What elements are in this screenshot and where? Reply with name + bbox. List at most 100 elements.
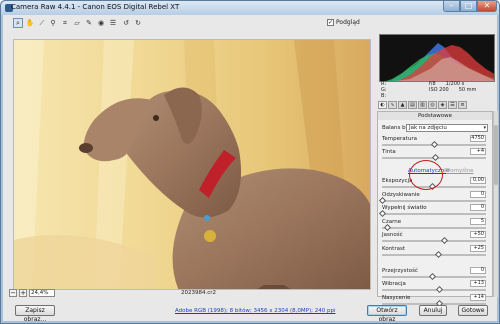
histogram: [379, 34, 495, 82]
hand-icon[interactable]: ✋: [25, 18, 35, 28]
clarity-slider-thumb[interactable]: [428, 272, 437, 281]
focal-length: 50 mm: [458, 86, 477, 93]
contrast-value-field[interactable]: +25: [470, 245, 486, 252]
recovery-label: Odzyskiwanie: [382, 192, 420, 198]
highlight-circle: [409, 160, 443, 190]
brightness-label: Jasność: [382, 232, 403, 238]
recovery-value-field[interactable]: 0: [470, 191, 486, 198]
chevron-down-icon: ▾: [483, 125, 486, 131]
white-balance-select[interactable]: Jak na zdjęciu ▾: [406, 124, 488, 132]
vibrance-label: Wibracja: [382, 281, 406, 287]
histogram-graph: [386, 43, 494, 81]
saturation-value-field[interactable]: +14: [470, 294, 486, 301]
temperature-slider-row: Temperatura 4750: [382, 135, 490, 149]
contrast-slider-thumb[interactable]: [434, 250, 443, 259]
recovery-slider-track[interactable]: [382, 200, 486, 202]
red-eye-icon[interactable]: ◉: [96, 18, 106, 28]
tab-lens[interactable]: ◎: [428, 101, 437, 109]
tint-value-field[interactable]: +4: [470, 148, 486, 155]
crop-icon[interactable]: ⌗: [60, 18, 70, 28]
panel-scrollbar[interactable]: [493, 111, 498, 297]
default-link[interactable]: Domyślne: [446, 168, 473, 174]
zoom-out-button[interactable]: −: [9, 289, 17, 297]
open-image-button[interactable]: Otwórz obraz: [367, 305, 407, 323]
blacks-slider-track[interactable]: [382, 227, 486, 229]
fill-light-slider-track[interactable]: [382, 213, 486, 215]
preferences-icon[interactable]: ☰: [108, 18, 118, 28]
tab-tone-curve[interactable]: ∿: [388, 101, 397, 109]
tab-presets[interactable]: ☰: [448, 101, 457, 109]
vibrance-value-field[interactable]: +13: [470, 280, 486, 287]
exposure-value-field[interactable]: 0,00: [470, 177, 486, 184]
camera-raw-window: Camera Raw 4.4.1 - Canon EOS Digital Reb…: [0, 0, 500, 324]
blacks-label: Czarne: [382, 219, 402, 225]
preview-checkbox[interactable]: ✓: [327, 19, 334, 26]
scrollbar-thumb[interactable]: [494, 125, 498, 185]
minimize-button[interactable]: –: [443, 1, 460, 12]
zoom-in-button[interactable]: +: [19, 289, 27, 297]
title-bar[interactable]: Camera Raw 4.4.1 - Canon EOS Digital Reb…: [1, 1, 499, 15]
toolbar: ⌕ ✋ ⟋ ⚲ ⌗ ▱ ✎ ◉ ☰ ↺ ↻ ✓ Podgląd: [3, 15, 371, 31]
temperature-label: Temperatura: [382, 136, 417, 142]
contrast-slider-row: Kontrast +25: [382, 245, 490, 259]
fill-light-label: Wypełnij światło: [382, 205, 427, 211]
workflow-options-link[interactable]: Adobe RGB (1998); 8 bitów; 3456 x 2304 (…: [175, 308, 335, 314]
cancel-button[interactable]: Anuluj: [419, 305, 447, 316]
tab-camera-calibration[interactable]: ◈: [438, 101, 447, 109]
brightness-slider-row: Jasność +50: [382, 231, 490, 245]
blacks-value-field[interactable]: 5: [470, 218, 486, 225]
white-balance-row: Balans bieli: Jak na zdjęciu ▾: [382, 124, 490, 133]
readout-b: B:: [381, 92, 387, 99]
exif-info: f/8 1/200 s ISO 200 50 mm: [429, 81, 486, 94]
preview-toggle[interactable]: ✓ Podgląd: [327, 19, 360, 26]
clarity-label: Przejrzystość: [382, 268, 418, 274]
temperature-value-field[interactable]: 4750: [470, 135, 486, 142]
clarity-slider-row: Przejrzystość 0: [382, 267, 490, 281]
rotate-right-icon[interactable]: ↻: [133, 18, 143, 28]
close-button[interactable]: ✕: [477, 1, 497, 12]
retouch-icon[interactable]: ✎: [84, 18, 94, 28]
rgb-values: R: G: B:: [381, 81, 387, 99]
brightness-value-field[interactable]: +50: [470, 231, 486, 238]
zoom-level-select[interactable]: 24,4%: [29, 289, 55, 297]
maximize-button[interactable]: □: [460, 1, 477, 12]
brightness-slider-thumb[interactable]: [440, 236, 449, 245]
recovery-slider-thumb[interactable]: [378, 196, 387, 205]
tint-slider-thumb[interactable]: [431, 153, 440, 162]
straighten-icon[interactable]: ▱: [72, 18, 82, 28]
vibrance-slider-thumb[interactable]: [435, 285, 444, 294]
tab-detail[interactable]: ▲: [398, 101, 407, 109]
vibrance-slider-track[interactable]: [382, 289, 486, 291]
dog-photo: [14, 40, 370, 289]
panel-title: Podstawowe: [378, 112, 492, 120]
save-image-button[interactable]: Zapisz obraz...: [15, 305, 55, 323]
panel-tabs: ◐ ∿ ▲ ▤ ▥ ◎ ◈ ☰ ≡: [378, 101, 496, 111]
brightness-slider-track[interactable]: [382, 240, 486, 242]
pixel-readout: R: G: B: f/8 1/200 s ISO 200 50 mm: [379, 81, 495, 100]
basic-panel: Podstawowe Balans bieli: Jak na zdjęciu …: [377, 111, 493, 308]
white-balance-icon[interactable]: ⟋: [37, 18, 47, 28]
tint-label: Tinta: [382, 149, 396, 155]
blacks-slider-row: Czarne 5: [382, 218, 490, 232]
tab-split-toning[interactable]: ▥: [418, 101, 427, 109]
done-button[interactable]: Gotowe: [458, 305, 488, 316]
tab-basic[interactable]: ◐: [378, 101, 387, 109]
tab-hsl[interactable]: ▤: [408, 101, 417, 109]
rotate-left-icon[interactable]: ↺: [121, 18, 131, 28]
white-balance-value: Jak na zdjęciu: [409, 125, 447, 131]
fill-light-slider-thumb[interactable]: [378, 209, 387, 218]
color-sampler-icon[interactable]: ⚲: [48, 18, 58, 28]
clarity-value-field[interactable]: 0: [470, 267, 486, 274]
temperature-slider-thumb[interactable]: [430, 140, 439, 149]
fill-light-slider-row: Wypełnij światło 0: [378, 204, 490, 218]
image-preview[interactable]: [13, 39, 371, 290]
zoom-icon[interactable]: ⌕: [13, 18, 23, 28]
blacks-slider-thumb[interactable]: [383, 223, 392, 232]
tint-slider-row: Tinta +4: [382, 148, 490, 162]
window-title: Camera Raw 4.4.1 - Canon EOS Digital Reb…: [11, 3, 180, 11]
exposure-label: Ekspozycja: [382, 178, 413, 184]
client-area: ⌕ ✋ ⟋ ⚲ ⌗ ▱ ✎ ◉ ☰ ↺ ↻ ✓ Podgląd − + 24,4…: [3, 15, 498, 323]
tab-menu[interactable]: ≡: [458, 101, 467, 109]
file-name: 2023984.cr2: [181, 290, 217, 296]
fill-light-value-field[interactable]: 0: [470, 204, 486, 211]
